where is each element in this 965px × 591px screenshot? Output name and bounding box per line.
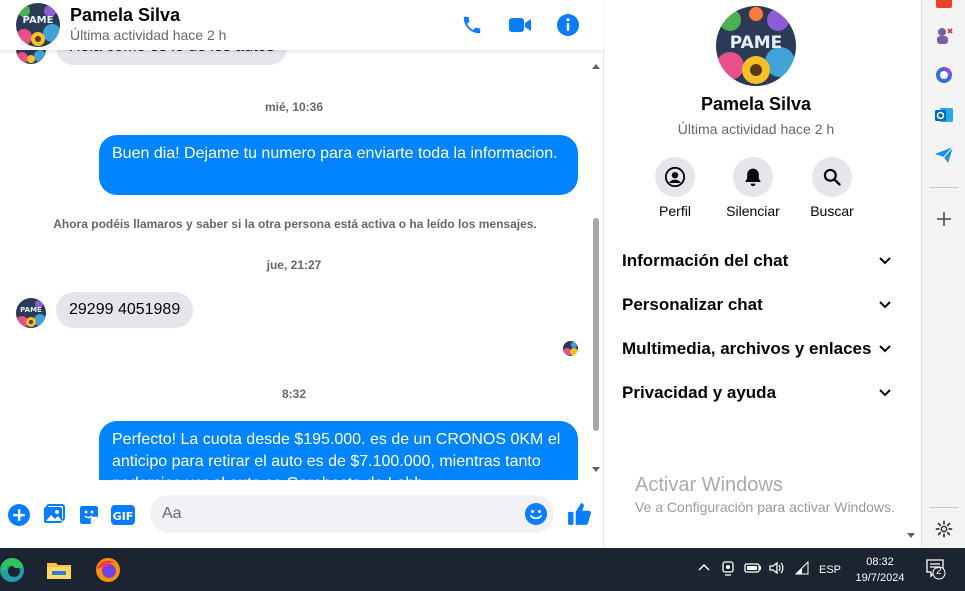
section-label: Multimedia, archivos y enlaces: [622, 339, 872, 358]
incoming-message[interactable]: 29299 4051989: [56, 292, 194, 328]
browser-sidebar: [921, 0, 965, 548]
image-icon[interactable]: [41, 502, 67, 528]
section-privacy-help[interactable]: Privacidad y ayuda: [622, 375, 892, 411]
chevron-down-icon: [879, 389, 891, 397]
search-icon[interactable]: [812, 157, 852, 197]
svg-text:PAME: PAME: [20, 306, 42, 314]
avatar-text: PAME: [23, 15, 54, 26]
incoming-message[interactable]: Hola como es lo de los autos: [56, 50, 288, 65]
volume-icon[interactable]: [768, 560, 784, 579]
contact-avatar[interactable]: PAME: [16, 3, 60, 47]
edge-browser-icon[interactable]: [0, 554, 28, 586]
language-indicator[interactable]: ESP: [819, 564, 841, 576]
emoji-icon[interactable]: [524, 502, 548, 526]
section-label: Personalizar chat: [622, 295, 763, 314]
plus-icon[interactable]: [6, 502, 32, 528]
timestamp: jue, 21:27: [266, 258, 322, 272]
copilot-icon[interactable]: [933, 64, 955, 86]
sticker-icon[interactable]: [76, 502, 102, 528]
system-notice: Ahora podéis llamaros y saber si la otra…: [53, 217, 537, 231]
file-explorer-icon[interactable]: [43, 554, 75, 586]
chat-info-panel: PAME Pamela Silva Última actividad hace …: [605, 0, 921, 548]
phone-icon[interactable]: [458, 11, 486, 39]
profile-name: Pamela Silva: [700, 94, 812, 114]
windows-activation-text: Ve a Configuración para activar Windows.: [635, 499, 895, 515]
games-icon[interactable]: [933, 25, 955, 47]
profile-status: Última actividad hace 2 h: [677, 121, 835, 137]
search-action[interactable]: Buscar: [792, 157, 872, 219]
message-composer: GIF: [0, 492, 604, 538]
gif-icon[interactable]: GIF: [110, 502, 136, 528]
chat-panel: PAME Pamela Silva Última actividad hace …: [0, 0, 604, 548]
clock-date: 19/7/2024: [855, 572, 905, 584]
clock-time: 08:32: [866, 556, 894, 568]
contact-status: Última actividad hace 2 h: [70, 27, 227, 43]
chevron-down-icon: [879, 257, 891, 265]
bell-icon[interactable]: [733, 157, 773, 197]
info-icon[interactable]: [554, 11, 582, 39]
firefox-icon[interactable]: [92, 554, 124, 586]
scrollbar-thumb[interactable]: [593, 218, 599, 431]
profile-action[interactable]: Perfil: [635, 157, 715, 219]
add-icon[interactable]: [933, 208, 955, 230]
battery-icon[interactable]: [744, 560, 762, 579]
section-customize-chat[interactable]: Personalizar chat: [622, 287, 892, 323]
chevron-down-icon: [879, 345, 891, 353]
mute-action[interactable]: Silenciar: [713, 157, 793, 219]
avatar-text: PAME: [730, 33, 783, 53]
section-label: Privacidad y ayuda: [622, 383, 777, 402]
chevron-up-icon[interactable]: [697, 560, 711, 577]
chevron-down-icon: [879, 301, 891, 309]
message-avatar: [16, 50, 46, 64]
section-chat-info[interactable]: Información del chat: [622, 243, 892, 279]
windows-activation-title: Activar Windows: [635, 474, 783, 496]
svg-text:GIF: GIF: [113, 510, 134, 523]
message-input-wrapper: [150, 495, 554, 533]
action-label: Silenciar: [726, 203, 780, 219]
windows-taskbar: ESP 08:32 19/7/2024 2: [0, 548, 965, 591]
action-label: Perfil: [659, 203, 691, 219]
profile-avatar[interactable]: PAME: [716, 6, 796, 86]
message-input[interactable]: [162, 495, 522, 533]
notification-center-icon[interactable]: 2: [925, 558, 949, 580]
scroll-down-arrow-icon[interactable]: [906, 532, 916, 540]
timestamp: mié, 10:36: [264, 100, 324, 114]
shopping-icon[interactable]: [933, 0, 955, 14]
gear-icon[interactable]: [933, 518, 955, 540]
video-call-icon[interactable]: [506, 11, 534, 39]
send-icon[interactable]: [933, 144, 955, 166]
seen-avatar: [563, 341, 578, 356]
outlook-icon[interactable]: [933, 104, 955, 126]
notification-count: 2: [936, 566, 942, 577]
outgoing-message[interactable]: Buen dia! Dejame tu numero para enviarte…: [99, 135, 578, 195]
chat-header: PAME Pamela Silva Última actividad hace …: [0, 0, 604, 50]
sidebar-divider: [930, 507, 958, 508]
like-icon[interactable]: [566, 500, 594, 528]
wifi-icon[interactable]: [794, 560, 810, 579]
outgoing-message[interactable]: Perfecto! La cuota desde $195.000. es de…: [99, 421, 578, 480]
chat-scrollbar[interactable]: [590, 58, 602, 478]
profile-icon[interactable]: [655, 157, 695, 197]
contact-name[interactable]: Pamela Silva: [70, 5, 180, 26]
timestamp: 8:32: [281, 387, 307, 401]
section-media-files[interactable]: Multimedia, archivos y enlaces: [622, 331, 892, 367]
action-label: Buscar: [810, 203, 854, 219]
app-window: PAME Pamela Silva Última actividad hace …: [0, 0, 965, 591]
section-label: Información del chat: [622, 251, 789, 270]
message-list[interactable]: Hola como es lo de los autos mié, 10:36 …: [0, 50, 590, 480]
message-avatar: PAME: [16, 298, 46, 328]
meet-now-icon[interactable]: [720, 560, 736, 579]
system-clock[interactable]: 08:32 19/7/2024: [840, 554, 920, 586]
sidebar-divider: [930, 187, 958, 188]
